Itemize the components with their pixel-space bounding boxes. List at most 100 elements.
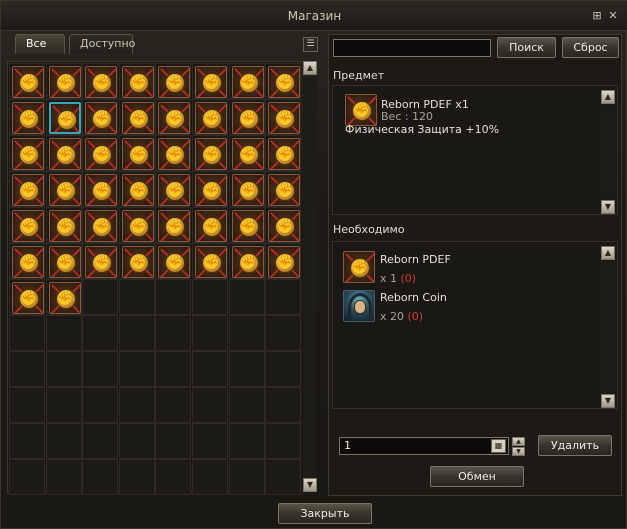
inventory-slot[interactable]: ✊ [192, 135, 228, 171]
inventory-slot[interactable]: ✊ [82, 207, 119, 243]
inventory-slot[interactable] [155, 459, 192, 495]
inventory-slot[interactable] [228, 315, 265, 351]
inventory-slot[interactable]: ✊ [82, 135, 119, 171]
fist-emblem-icon[interactable]: ✊ [195, 174, 227, 206]
fist-emblem-icon[interactable]: ✊ [268, 246, 301, 278]
inventory-slot[interactable] [265, 459, 302, 495]
inventory-slot[interactable]: ✊ [192, 63, 228, 99]
inventory-slot[interactable]: ✊ [155, 63, 192, 99]
fist-emblem-icon[interactable]: ✊ [48, 210, 81, 242]
close-icon[interactable]: ✕ [607, 10, 619, 22]
fist-emblem-icon[interactable]: ✊ [85, 246, 118, 278]
inventory-slot[interactable]: ✊ [45, 99, 82, 135]
inventory-slot[interactable] [192, 279, 228, 315]
list-view-icon[interactable]: ☰ [303, 37, 318, 52]
inventory-slot[interactable]: ✊ [155, 171, 192, 207]
inventory-slot[interactable]: ✊ [265, 207, 302, 243]
inventory-slot[interactable] [228, 351, 265, 387]
inventory-slot[interactable]: ✊ [82, 243, 119, 279]
inventory-slot[interactable] [265, 423, 302, 459]
fist-emblem-icon[interactable]: ✊ [85, 66, 118, 98]
fist-emblem-icon[interactable]: ✊ [158, 102, 191, 134]
inventory-slot[interactable] [82, 387, 119, 423]
scroll-track[interactable] [601, 261, 615, 393]
fist-emblem-icon[interactable]: ✊ [85, 210, 118, 242]
fist-emblem-icon[interactable]: ✊ [231, 102, 264, 134]
inventory-slot[interactable]: ✊ [192, 171, 228, 207]
inventory-slot[interactable]: ✊ [45, 279, 82, 315]
inventory-slot[interactable]: ✊ [155, 243, 192, 279]
inventory-slot[interactable] [45, 459, 82, 495]
inventory-slot[interactable] [118, 459, 155, 495]
inventory-slot[interactable]: ✊ [228, 135, 265, 171]
inventory-slot[interactable]: ✊ [265, 243, 302, 279]
inventory-slot[interactable] [118, 279, 155, 315]
inventory-slot[interactable] [45, 315, 82, 351]
fist-emblem-icon[interactable]: ✊ [48, 102, 81, 134]
fist-emblem-icon[interactable]: ✊ [158, 210, 191, 242]
inventory-slot[interactable]: ✊ [82, 63, 119, 99]
fist-emblem-icon[interactable]: ✊ [158, 174, 191, 206]
inventory-slot[interactable]: ✊ [9, 243, 45, 279]
fist-emblem-icon[interactable]: ✊ [85, 174, 118, 206]
inventory-slot[interactable]: ✊ [9, 207, 45, 243]
inventory-slot[interactable]: ✊ [265, 99, 302, 135]
inventory-slot[interactable] [228, 459, 265, 495]
inventory-slot[interactable]: ✊ [118, 135, 155, 171]
fist-emblem-icon[interactable]: ✊ [231, 174, 264, 206]
inventory-slot[interactable]: ✊ [155, 99, 192, 135]
fist-emblem-icon[interactable]: ✊ [12, 66, 44, 98]
fist-emblem-icon[interactable]: ✊ [231, 210, 264, 242]
fist-emblem-icon[interactable]: ✊ [48, 66, 81, 98]
reset-button[interactable]: Сброс [562, 37, 619, 58]
inventory-slot[interactable]: ✊ [9, 171, 45, 207]
inventory-slot[interactable]: ✊ [45, 63, 82, 99]
inventory-slot[interactable] [192, 423, 228, 459]
inventory-slot[interactable] [192, 315, 228, 351]
inventory-slot[interactable] [9, 423, 45, 459]
quantity-down-icon[interactable]: ▼ [512, 447, 525, 456]
fist-emblem-icon[interactable]: ✊ [231, 246, 264, 278]
inventory-slot[interactable] [155, 351, 192, 387]
inventory-slot[interactable] [228, 423, 265, 459]
inventory-slot[interactable]: ✊ [192, 243, 228, 279]
inventory-slot[interactable]: ✊ [192, 99, 228, 135]
fist-emblem-icon[interactable]: ✊ [195, 66, 227, 98]
fist-emblem-icon[interactable]: ✊ [12, 282, 44, 314]
inventory-slot[interactable]: ✊ [118, 207, 155, 243]
inventory-slot[interactable] [155, 423, 192, 459]
exchange-button[interactable]: Обмен [430, 466, 524, 487]
inventory-slot[interactable] [9, 387, 45, 423]
tab-available[interactable]: Доступно [69, 34, 135, 54]
inventory-slot[interactable] [265, 279, 302, 315]
inventory-slot[interactable] [228, 279, 265, 315]
fist-emblem-icon[interactable]: ✊ [121, 66, 154, 98]
inventory-slot[interactable] [118, 387, 155, 423]
inventory-slot[interactable]: ✊ [45, 243, 82, 279]
fist-emblem-icon[interactable]: ✊ [195, 138, 227, 170]
inventory-slot[interactable] [118, 423, 155, 459]
search-button[interactable]: Поиск [497, 37, 556, 58]
inventory-slot[interactable]: ✊ [228, 243, 265, 279]
delete-button[interactable]: Удалить [538, 435, 612, 456]
inventory-slot[interactable]: ✊ [45, 135, 82, 171]
inventory-slot[interactable] [155, 315, 192, 351]
tab-all[interactable]: Все [15, 34, 65, 54]
fist-emblem-icon[interactable]: ✊ [158, 138, 191, 170]
inventory-slot[interactable]: ✊ [118, 243, 155, 279]
fist-emblem-icon[interactable]: ✊ [268, 174, 301, 206]
inventory-slot[interactable]: ✊ [228, 99, 265, 135]
inventory-slot[interactable]: ✊ [118, 171, 155, 207]
fist-emblem-icon[interactable]: ✊ [85, 102, 118, 134]
search-input[interactable] [333, 39, 491, 57]
inventory-slot[interactable] [45, 423, 82, 459]
resize-icon[interactable]: ⊞ [591, 10, 603, 22]
fist-emblem-icon[interactable]: ✊ [195, 102, 227, 134]
inventory-slot[interactable]: ✊ [228, 207, 265, 243]
fist-emblem-icon[interactable]: ✊ [268, 102, 301, 134]
inventory-slot[interactable] [82, 279, 119, 315]
fist-emblem-icon[interactable]: ✊ [231, 138, 264, 170]
inventory-slot[interactable]: ✊ [192, 207, 228, 243]
fist-emblem-icon[interactable]: ✊ [12, 210, 44, 242]
quantity-up-icon[interactable]: ▲ [512, 437, 525, 446]
